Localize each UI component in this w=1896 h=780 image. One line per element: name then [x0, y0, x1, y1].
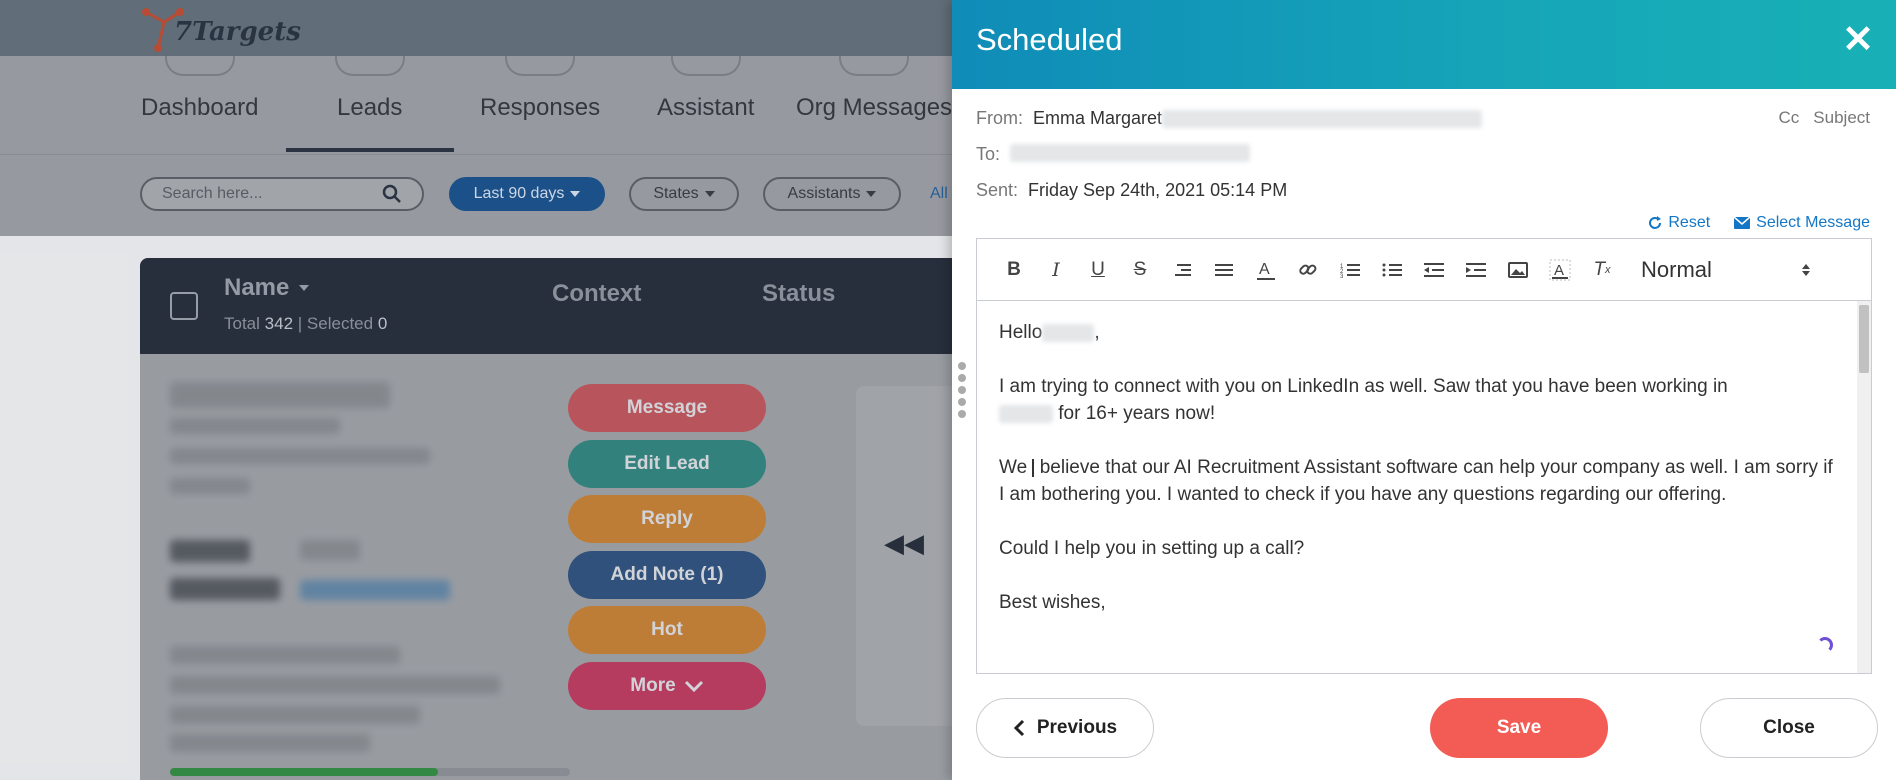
svg-text:A: A: [1259, 261, 1270, 278]
save-label: Save: [1496, 717, 1542, 738]
format-select[interactable]: Normal: [1641, 257, 1810, 283]
from-label: From:: [976, 108, 1023, 128]
bullet-list-icon[interactable]: [1371, 253, 1413, 287]
body-greeting: Hello,: [999, 322, 1100, 343]
redacted-company: [999, 404, 1053, 423]
close-label: Close: [1763, 717, 1815, 738]
select-message-link[interactable]: Select Message: [1734, 214, 1870, 232]
outdent-icon[interactable]: [1413, 253, 1455, 287]
cc-subject-links: Cc Subject: [1779, 108, 1870, 128]
panel-title: Scheduled: [976, 22, 1123, 57]
clear-format-icon[interactable]: Tx: [1581, 253, 1623, 287]
updown-arrows-icon: [1801, 263, 1810, 276]
ordered-list-icon[interactable]: 123: [1329, 253, 1371, 287]
message-body[interactable]: Hello, I am trying to connect with you o…: [977, 301, 1857, 673]
reset-link[interactable]: Reset: [1648, 214, 1710, 232]
to-row: To:: [976, 144, 1251, 165]
svg-text:A: A: [1554, 262, 1564, 279]
underline-icon[interactable]: U: [1077, 253, 1119, 287]
message-editor: B I U S A 123 A T x Normal Hello , I am …: [976, 238, 1872, 674]
close-icon[interactable]: ✕: [1838, 20, 1878, 60]
subject-link[interactable]: Subject: [1813, 108, 1870, 128]
reset-icon: [1649, 216, 1662, 229]
indent-icon[interactable]: [1455, 253, 1497, 287]
body-paragraph: I am trying to connect with you on Linke…: [999, 373, 1835, 427]
editor-scrollbar[interactable]: [1857, 301, 1871, 673]
select-message-label: Select Message: [1756, 214, 1870, 231]
modal-backdrop[interactable]: [0, 0, 952, 780]
strikethrough-icon[interactable]: S: [1119, 253, 1161, 287]
close-button[interactable]: Close: [1700, 698, 1878, 758]
italic-icon[interactable]: I: [1035, 253, 1077, 287]
image-icon[interactable]: [1497, 253, 1539, 287]
svg-text:3: 3: [1340, 274, 1344, 278]
previous-button[interactable]: Previous: [976, 698, 1154, 758]
paragraph-text: We: [999, 457, 1028, 478]
sent-row: Sent: Friday Sep 24th, 2021 05:14 PM: [976, 180, 1287, 201]
text-color-icon[interactable]: A: [1245, 253, 1287, 287]
paragraph-text: believe that our AI Recruitment Assistan…: [999, 457, 1833, 505]
from-name: Emma Margaret: [1033, 108, 1163, 128]
body-signoff: Best wishes,: [999, 592, 1106, 613]
panel-header: Scheduled ✕: [952, 0, 1896, 89]
chevron-left-icon: [1013, 719, 1024, 737]
cc-link[interactable]: Cc: [1779, 108, 1800, 128]
save-button[interactable]: Save: [1430, 698, 1608, 758]
editor-toolbar: B I U S A 123 A T x Normal: [977, 239, 1871, 301]
redacted-name: [1042, 323, 1095, 342]
to-label: To:: [976, 144, 1001, 164]
grammar-assistant-icon[interactable]: [1817, 637, 1833, 653]
background-color-icon[interactable]: A: [1539, 253, 1581, 287]
sent-value: Friday Sep 24th, 2021 05:14 PM: [1028, 180, 1288, 200]
sent-label: Sent:: [976, 180, 1019, 200]
align-justify-icon[interactable]: [1203, 253, 1245, 287]
align-right-icon[interactable]: [1161, 253, 1203, 287]
greeting-text: Hello: [999, 322, 1043, 343]
previous-label: Previous: [1036, 717, 1118, 738]
scheduled-message-panel: Scheduled ✕ From: Emma Margaret Cc Subje…: [952, 0, 1896, 780]
editor-actions: Reset Select Message: [1648, 214, 1870, 232]
paragraph-text: I am trying to connect with you on Linke…: [999, 376, 1728, 397]
reset-label: Reset: [1668, 214, 1711, 231]
format-select-value: Normal: [1641, 256, 1712, 282]
bold-icon[interactable]: B: [993, 253, 1035, 287]
redacted-recipient: [1010, 144, 1251, 162]
body-paragraph: We believe that our AI Recruitment Assis…: [999, 454, 1835, 508]
link-icon[interactable]: [1287, 253, 1329, 287]
envelope-icon: [1734, 217, 1751, 229]
paragraph-text: for 16+ years now!: [1058, 403, 1216, 424]
from-value: Emma Margaret: [1033, 108, 1483, 129]
scrollbar-thumb[interactable]: [1859, 305, 1869, 373]
resize-handle[interactable]: [958, 362, 966, 422]
from-row: From: Emma Margaret: [976, 108, 1483, 129]
redacted-email: [1162, 110, 1483, 129]
text-cursor: [1032, 458, 1035, 477]
body-paragraph: Could I help you in setting up a call?: [999, 538, 1305, 559]
